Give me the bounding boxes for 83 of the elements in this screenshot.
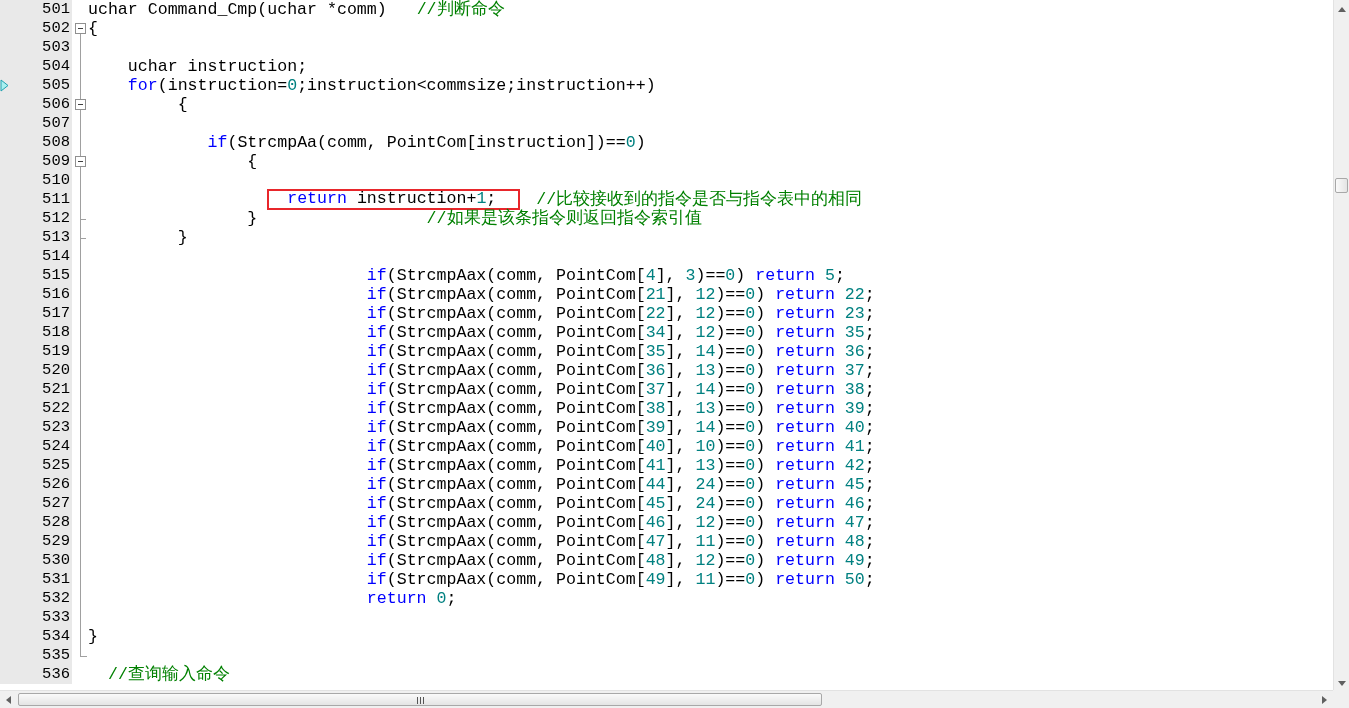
code-line: { — [88, 19, 98, 38]
line-number: 522 — [42, 399, 70, 417]
line-number: 520 — [42, 361, 70, 379]
scrollbar-thumb[interactable] — [18, 693, 822, 706]
code-line: { — [177, 95, 188, 114]
line-number: 507 — [42, 114, 70, 132]
line-number: 508 — [42, 133, 70, 151]
code-line: if(StrcmpAax(comm, PointCom[38], 13)==0) return 39; — [366, 399, 875, 418]
line-number: 534 — [42, 627, 70, 645]
line-number: 504 — [42, 57, 70, 75]
line-number: 535 — [42, 646, 70, 664]
fold-end-mark — [81, 238, 86, 239]
line-number: 531 — [42, 570, 70, 588]
code-line: if(StrcmpAax(comm, PointCom[40], 10)==0) return 41; — [366, 437, 875, 456]
line-number: 524 — [42, 437, 70, 455]
line-number: 517 — [42, 304, 70, 322]
line-number: 519 — [42, 342, 70, 360]
code-line: if(StrcmpAax(comm, PointCom[41], 13)==0) return 42; — [366, 456, 875, 475]
line-number: 532 — [42, 589, 70, 607]
scrollbar-thumb[interactable] — [1335, 178, 1348, 193]
line-number: 510 — [42, 171, 70, 189]
horizontal-scrollbar[interactable] — [0, 690, 1333, 708]
collapse-icon[interactable] — [75, 99, 86, 110]
code-line: if(StrcmpAax(comm, PointCom[34], 12)==0) return 35; — [366, 323, 875, 342]
line-number: 503 — [42, 38, 70, 56]
line-number: 527 — [42, 494, 70, 512]
code-line: } — [177, 228, 188, 247]
code-line: if(StrcmpAa(comm, PointCom[instruction])==0) — [207, 133, 646, 152]
code-line: if(StrcmpAax(comm, PointCom[35], 14)==0) return 36; — [366, 342, 875, 361]
line-number: 533 — [42, 608, 70, 626]
scroll-left-icon[interactable] — [6, 696, 11, 704]
grip-icon — [417, 697, 424, 704]
code-line: if(StrcmpAax(comm, PointCom[45], 24)==0) return 46; — [366, 494, 875, 513]
line-number: 515 — [42, 266, 70, 284]
line-number: 523 — [42, 418, 70, 436]
collapse-icon[interactable] — [75, 23, 86, 34]
code-comment: //如果是该条指令则返回指令索引值 — [426, 209, 702, 228]
scroll-up-icon[interactable] — [1338, 7, 1346, 12]
code-line: if(StrcmpAax(comm, PointCom[37], 14)==0) return 38; — [366, 380, 875, 399]
code-line: if(StrcmpAax(comm, PointCom[47], 11)==0) return 48; — [366, 532, 875, 551]
code-comment: //判断命令 — [416, 0, 505, 19]
scroll-down-icon[interactable] — [1338, 681, 1346, 686]
line-number: 516 — [42, 285, 70, 303]
code-line: uchar Command_Cmp(uchar *comm) — [88, 0, 387, 19]
line-number: 506 — [42, 95, 70, 113]
code-line: return 0; — [366, 589, 457, 608]
line-number: 526 — [42, 475, 70, 493]
line-number: 501 — [42, 0, 70, 18]
line-number: 528 — [42, 513, 70, 531]
code-line: { — [247, 152, 258, 171]
code-comment: //比较接收到的指令是否与指令表中的相同 — [536, 190, 863, 209]
line-number: 530 — [42, 551, 70, 569]
code-line: if(StrcmpAax(comm, PointCom[21], 12)==0) return 22; — [366, 285, 875, 304]
line-number: 513 — [42, 228, 70, 246]
code-line: if(StrcmpAax(comm, PointCom[44], 24)==0) return 45; — [366, 475, 875, 494]
code-line: if(StrcmpAax(comm, PointCom[46], 12)==0) return 47; — [366, 513, 875, 532]
code-line: if(StrcmpAax(comm, PointCom[22], 12)==0) return 23; — [366, 304, 875, 323]
line-number: 525 — [42, 456, 70, 474]
code-line: uchar instruction; — [127, 57, 308, 76]
line-number: 529 — [42, 532, 70, 550]
line-number: 505 — [42, 76, 70, 94]
line-number: 502 — [42, 19, 70, 37]
line-number: 514 — [42, 247, 70, 265]
code-line: if(StrcmpAax(comm, PointCom[36], 13)==0) return 37; — [366, 361, 875, 380]
collapse-icon[interactable] — [75, 156, 86, 167]
code-line: } — [247, 209, 258, 228]
line-number: 509 — [42, 152, 70, 170]
code-comment: //查询输入命令 — [107, 665, 230, 684]
line-number: 518 — [42, 323, 70, 341]
line-number: 511 — [42, 190, 70, 208]
fold-end-mark — [81, 219, 86, 220]
line-number: 521 — [42, 380, 70, 398]
code-line: if(StrcmpAax(comm, PointCom[48], 12)==0) return 49; — [366, 551, 875, 570]
scroll-right-icon[interactable] — [1322, 696, 1327, 704]
line-number: 536 — [42, 665, 70, 683]
line-number: 512 — [42, 209, 70, 227]
vertical-scrollbar[interactable] — [1333, 0, 1349, 690]
code-line: if(StrcmpAax(comm, PointCom[39], 14)==0) return 40; — [366, 418, 875, 437]
code-line: if(StrcmpAax(comm, PointCom[49], 11)==0) return 50; — [366, 570, 875, 589]
code-line: for(instruction=0;instruction<commsize;instruction++) — [127, 76, 656, 95]
code-line: if(StrcmpAax(comm, PointCom[4], 3)==0) return 5; — [366, 266, 845, 285]
code-line: } — [88, 627, 98, 646]
fold-end-mark — [81, 656, 87, 657]
